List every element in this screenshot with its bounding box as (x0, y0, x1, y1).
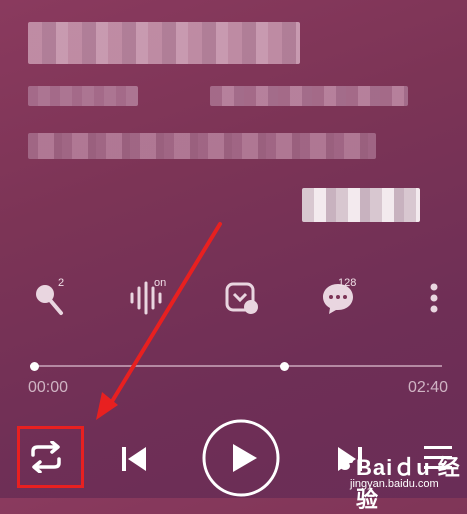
function-toolbar: 2 on 128 (0, 270, 467, 326)
total-time: 02:40 (408, 379, 449, 396)
repeat-highlight-box (17, 426, 84, 488)
sing-count-badge: 2 (58, 277, 65, 289)
effect-on-badge: on (154, 277, 167, 289)
blurred-line (28, 86, 138, 106)
progress-track (30, 365, 442, 367)
comment-count-badge: 128 (338, 277, 357, 289)
progress-bar[interactable] (30, 362, 442, 371)
paw-icon (338, 455, 353, 470)
watermark-url: jingyan.baidu.com (350, 478, 439, 490)
buffer-marker (279, 362, 289, 371)
watermark: Baiｄu 经验 jingyan.baidu.com (330, 448, 467, 512)
download-icon[interactable] (224, 280, 260, 316)
play-icon (233, 444, 257, 472)
skip-previous-icon[interactable] (122, 445, 148, 473)
blurred-tag (302, 188, 420, 222)
play-button[interactable] (201, 418, 281, 498)
blurred-lyrics (28, 133, 376, 159)
playhead-handle[interactable] (30, 362, 39, 371)
blurred-title (28, 22, 300, 64)
blurred-line (210, 86, 408, 106)
more-vertical-icon[interactable] (426, 280, 442, 316)
current-time: 00:00 (28, 379, 69, 396)
